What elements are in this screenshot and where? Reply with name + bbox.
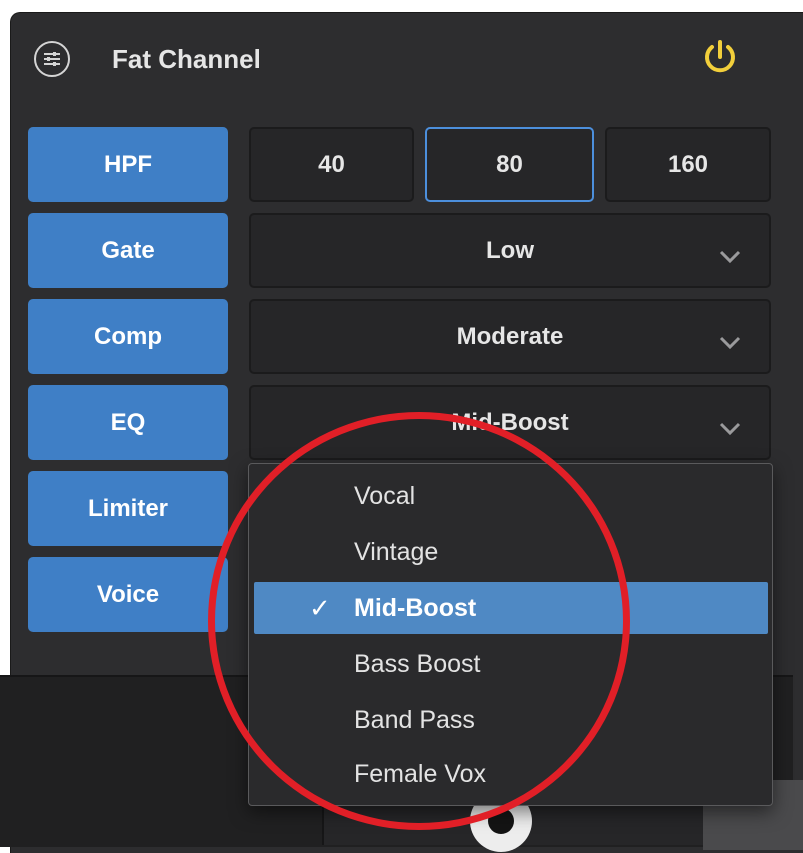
menu-item-band-pass[interactable]: Band Pass [254,694,768,746]
limiter-button[interactable]: Limiter [28,471,228,546]
menu-item-label: Band Pass [354,706,475,734]
menu-item-label: Vintage [354,538,439,566]
checkmark-icon: ✓ [309,593,331,623]
chevron-down-icon [719,329,741,357]
power-icon[interactable] [700,37,740,77]
menu-item-mid-boost[interactable]: ✓ Mid-Boost [254,582,768,634]
hpf-button[interactable]: HPF [28,127,228,202]
panel-title: Fat Channel [112,44,261,74]
menu-item-bass-boost[interactable]: Bass Boost [254,638,768,690]
eq-value: Mid-Boost [451,408,569,436]
hpf-option-80[interactable]: 80 [425,127,594,202]
sliders-icon[interactable] [34,41,70,77]
voice-button[interactable]: Voice [28,557,228,632]
eq-dropdown[interactable]: Mid-Boost [249,385,771,460]
chevron-down-icon [719,243,741,271]
gate-button[interactable]: Gate [28,213,228,288]
menu-item-label: Female Vox [354,760,487,788]
comp-button[interactable]: Comp [28,299,228,374]
menu-item-label: Vocal [354,482,416,510]
chevron-down-icon [719,415,741,443]
comp-value: Moderate [456,322,564,350]
menu-item-female-vox[interactable]: Female Vox [254,748,768,800]
hpf-option-40[interactable]: 40 [249,127,414,202]
hpf-option-160[interactable]: 160 [605,127,771,202]
comp-dropdown[interactable]: Moderate [249,299,771,374]
gate-value: Low [486,236,534,264]
menu-item-vocal[interactable]: Vocal [254,470,768,522]
menu-item-label: Mid-Boost [354,594,477,622]
gate-dropdown[interactable]: Low [249,213,771,288]
eq-button[interactable]: EQ [28,385,228,460]
menu-item-label: Bass Boost [354,650,481,678]
menu-item-vintage[interactable]: Vintage [254,526,768,578]
eq-menu: Vocal Vintage ✓ Mid-Boost Bass Boost Ban… [248,463,773,806]
knob-center [488,808,514,834]
